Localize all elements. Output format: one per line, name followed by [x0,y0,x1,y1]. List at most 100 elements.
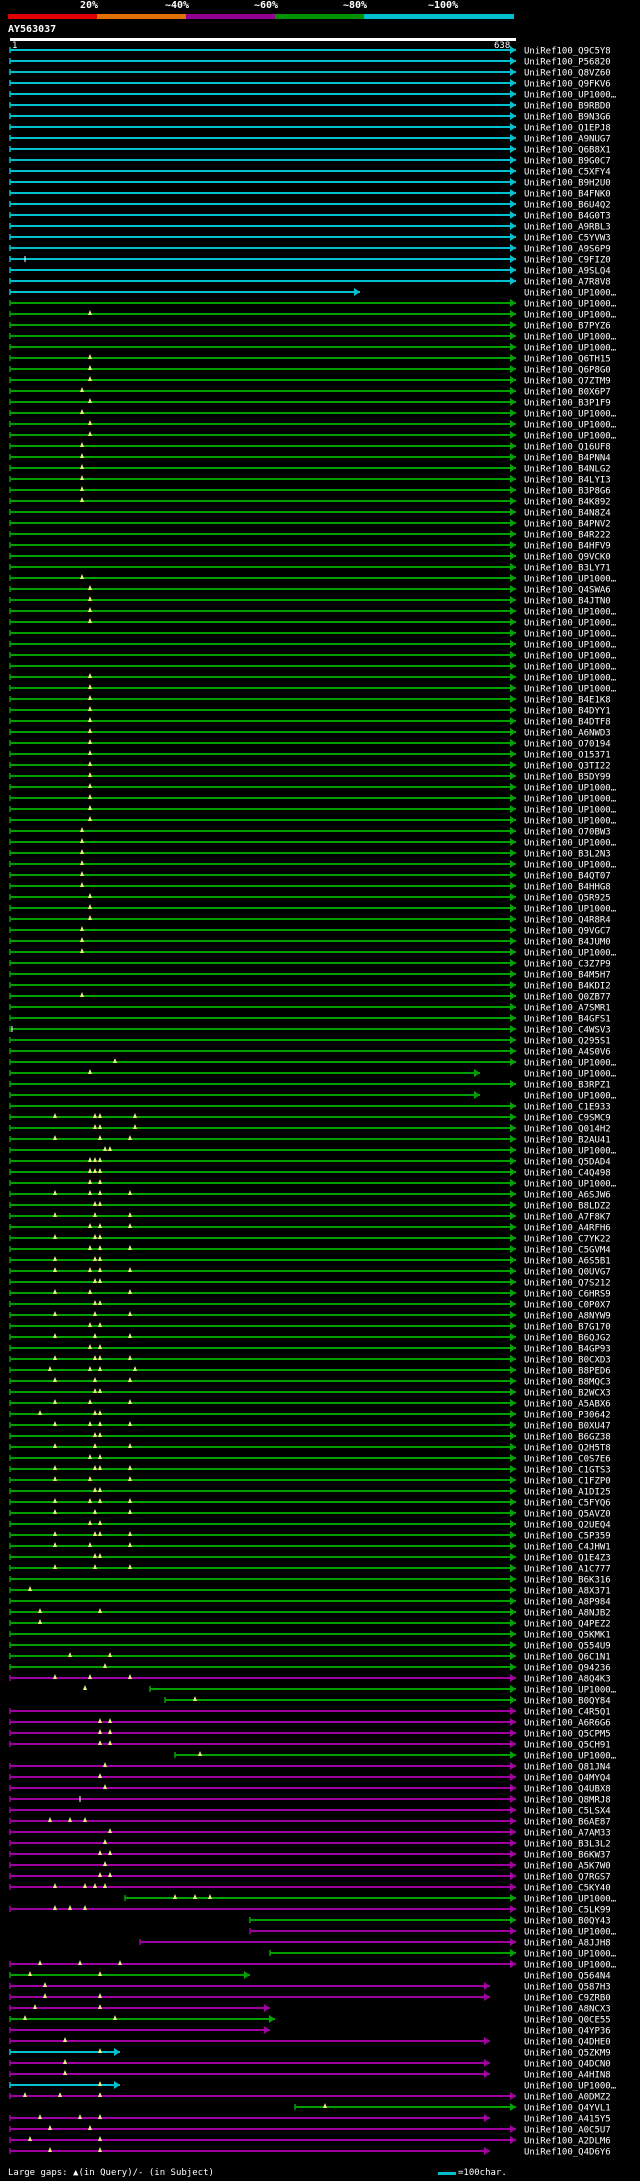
hit-label[interactable]: UniRef100_A0C5U7 [524,2126,611,2136]
hit-label[interactable]: UniRef100_Q5R925 [524,894,611,904]
hit-label[interactable]: UniRef100_O70194 [524,740,611,750]
hit-label[interactable]: UniRef100_C4R5Q1 [524,1708,611,1718]
hit-label[interactable]: UniRef100_A7SMR1 [524,1004,611,1014]
hit-label[interactable]: UniRef100_Q0ZB77 [524,993,611,1003]
hit-label[interactable]: UniRef100_B4DTF8 [524,718,611,728]
hit-label[interactable]: UniRef100_Q587H3 [524,1983,611,1993]
hit-label[interactable]: UniRef100_A9SLQ4 [524,267,611,277]
hit-label[interactable]: UniRef100_C1GTS3 [524,1466,611,1476]
hit-label[interactable]: UniRef100_B6KW37 [524,1851,611,1861]
hit-label[interactable]: UniRef100_C1FZP0 [524,1477,611,1487]
hit-label[interactable]: UniRef100_A415Y5 [524,2115,611,2125]
hit-label[interactable]: UniRef100_B8PED6 [524,1367,611,1377]
hit-label[interactable]: UniRef100_Q5KMK1 [524,1631,611,1641]
hit-label[interactable]: UniRef100_B4N8Z4 [524,509,611,519]
hit-label[interactable]: UniRef100_Q014H2 [524,1125,611,1135]
hit-label[interactable]: UniRef100_Q4YP36 [524,2027,611,2037]
hit-label[interactable]: UniRef100_B5DY99 [524,773,611,783]
hit-label[interactable]: UniRef100_UP1000… [524,663,617,673]
hit-label[interactable]: UniRef100_Q0UVG7 [524,1268,611,1278]
hit-label[interactable]: UniRef100_Q5AVZ0 [524,1510,611,1520]
hit-label[interactable]: UniRef100_B6U4Q2 [524,201,611,211]
hit-label[interactable]: UniRef100_B4PNV2 [524,520,611,530]
hit-label[interactable]: UniRef100_UP1000… [524,949,617,959]
hit-label[interactable]: UniRef100_Q9VCK0 [524,553,611,563]
hit-label[interactable]: UniRef100_UP1000… [524,1180,617,1190]
hit-label[interactable]: UniRef100_B3L3L2 [524,1840,611,1850]
hit-label[interactable]: UniRef100_UP1000… [524,575,617,585]
hit-label[interactable]: UniRef100_A8NJB2 [524,1609,611,1619]
hit-label[interactable]: UniRef100_UP1000… [524,344,617,354]
hit-label[interactable]: UniRef100_Q8VZ60 [524,69,611,79]
hit-label[interactable]: UniRef100_A6S5B1 [524,1257,611,1267]
hit-label[interactable]: UniRef100_A8Q4K3 [524,1675,611,1685]
hit-label[interactable]: UniRef100_B4G0T3 [524,212,611,222]
hit-label[interactable]: UniRef100_UP1000… [524,1961,617,1971]
hit-label[interactable]: UniRef100_C5LSX4 [524,1807,611,1817]
hit-label[interactable]: UniRef100_A6SJW6 [524,1191,611,1201]
hit-label[interactable]: UniRef100_B4FNK0 [524,190,611,200]
hit-label[interactable]: UniRef100_Q4R8R4 [524,916,611,926]
hit-label[interactable]: UniRef100_B6AE87 [524,1818,611,1828]
hit-label[interactable]: UniRef100_UP1000… [524,608,617,618]
hit-label[interactable]: UniRef100_B3LY71 [524,564,611,574]
hit-label[interactable]: UniRef100_Q9VGC7 [524,927,611,937]
hit-label[interactable]: UniRef100_Q7RGS7 [524,1873,611,1883]
hit-label[interactable]: UniRef100_A0DMZ2 [524,2093,611,2103]
hit-label[interactable]: UniRef100_UP1000… [524,333,617,343]
hit-label[interactable]: UniRef100_A5ABX6 [524,1400,611,1410]
hit-label[interactable]: UniRef100_C0S7E6 [524,1455,611,1465]
hit-label[interactable]: UniRef100_A6R6G6 [524,1719,611,1729]
hit-label[interactable]: UniRef100_Q16UF8 [524,443,611,453]
hit-label[interactable]: UniRef100_B7PYZ6 [524,322,611,332]
hit-label[interactable]: UniRef100_UP1000… [524,1070,617,1080]
hit-label[interactable]: UniRef100_Q6C1N1 [524,1653,611,1663]
hit-label[interactable]: UniRef100_Q5ZKM9 [524,2049,611,2059]
hit-label[interactable]: UniRef100_A7F8K7 [524,1213,611,1223]
hit-label[interactable]: UniRef100_Q554U9 [524,1642,611,1652]
hit-label[interactable]: UniRef100_Q564N4 [524,1972,611,1982]
hit-label[interactable]: UniRef100_Q4MYQ4 [524,1774,611,1784]
hit-label[interactable]: UniRef100_A8P984 [524,1598,611,1608]
hit-label[interactable]: UniRef100_A4RFH6 [524,1224,611,1234]
hit-label[interactable]: UniRef100_UP1000… [524,674,617,684]
hit-label[interactable]: UniRef100_C4WSV3 [524,1026,611,1036]
hit-label[interactable]: UniRef100_Q8MRJ8 [524,1796,611,1806]
hit-label[interactable]: UniRef100_C5GVM4 [524,1246,611,1256]
hit-label[interactable]: UniRef100_UP1000… [524,1686,617,1696]
hit-label[interactable]: UniRef100_A7AM33 [524,1829,611,1839]
hit-label[interactable]: UniRef100_UP1000… [524,1092,617,1102]
hit-label[interactable]: UniRef100_A9S6P9 [524,245,611,255]
hit-label[interactable]: UniRef100_A8X371 [524,1587,611,1597]
hit-label[interactable]: UniRef100_C6HRS9 [524,1290,611,1300]
hit-label[interactable]: UniRef100_B4JUM0 [524,938,611,948]
hit-label[interactable]: UniRef100_B3RPZ1 [524,1081,611,1091]
hit-label[interactable]: UniRef100_B9H2U0 [524,179,611,189]
hit-label[interactable]: UniRef100_B6K316 [524,1576,611,1586]
hit-label[interactable]: UniRef100_UP1000… [524,817,617,827]
hit-label[interactable]: UniRef100_C5YVW3 [524,234,611,244]
hit-label[interactable]: UniRef100_B4JTN0 [524,597,611,607]
hit-label[interactable]: UniRef100_B9RBD0 [524,102,611,112]
hit-label[interactable]: UniRef100_UP1000… [524,839,617,849]
hit-label[interactable]: UniRef100_Q4D6Y6 [524,2148,611,2158]
hit-label[interactable]: UniRef100_UP1000… [524,1895,617,1905]
hit-label[interactable]: UniRef100_B4M5H7 [524,971,611,981]
hit-label[interactable]: UniRef100_Q4YVL1 [524,2104,611,2114]
hit-label[interactable]: UniRef100_B4HHG8 [524,883,611,893]
hit-label[interactable]: UniRef100_UP1000… [524,905,617,915]
hit-label[interactable]: UniRef100_UP1000… [524,619,617,629]
hit-label[interactable]: UniRef100_Q94236 [524,1664,611,1674]
hit-label[interactable]: UniRef100_Q81JN4 [524,1763,611,1773]
hit-label[interactable]: UniRef100_UP1000… [524,421,617,431]
hit-label[interactable]: UniRef100_B4HFV9 [524,542,611,552]
hit-label[interactable]: UniRef100_B4LYI3 [524,476,611,486]
hit-label[interactable]: UniRef100_UP1000… [524,784,617,794]
hit-label[interactable]: UniRef100_A9NUG7 [524,135,611,145]
hit-label[interactable]: UniRef100_Q5CH91 [524,1741,611,1751]
hit-label[interactable]: UniRef100_B3L2N3 [524,850,611,860]
hit-label[interactable]: UniRef100_C7YK22 [524,1235,611,1245]
hit-label[interactable]: UniRef100_P56820 [524,58,611,68]
hit-label[interactable]: UniRef100_B4PNN4 [524,454,611,464]
hit-label[interactable]: UniRef100_B8MQC3 [524,1378,611,1388]
